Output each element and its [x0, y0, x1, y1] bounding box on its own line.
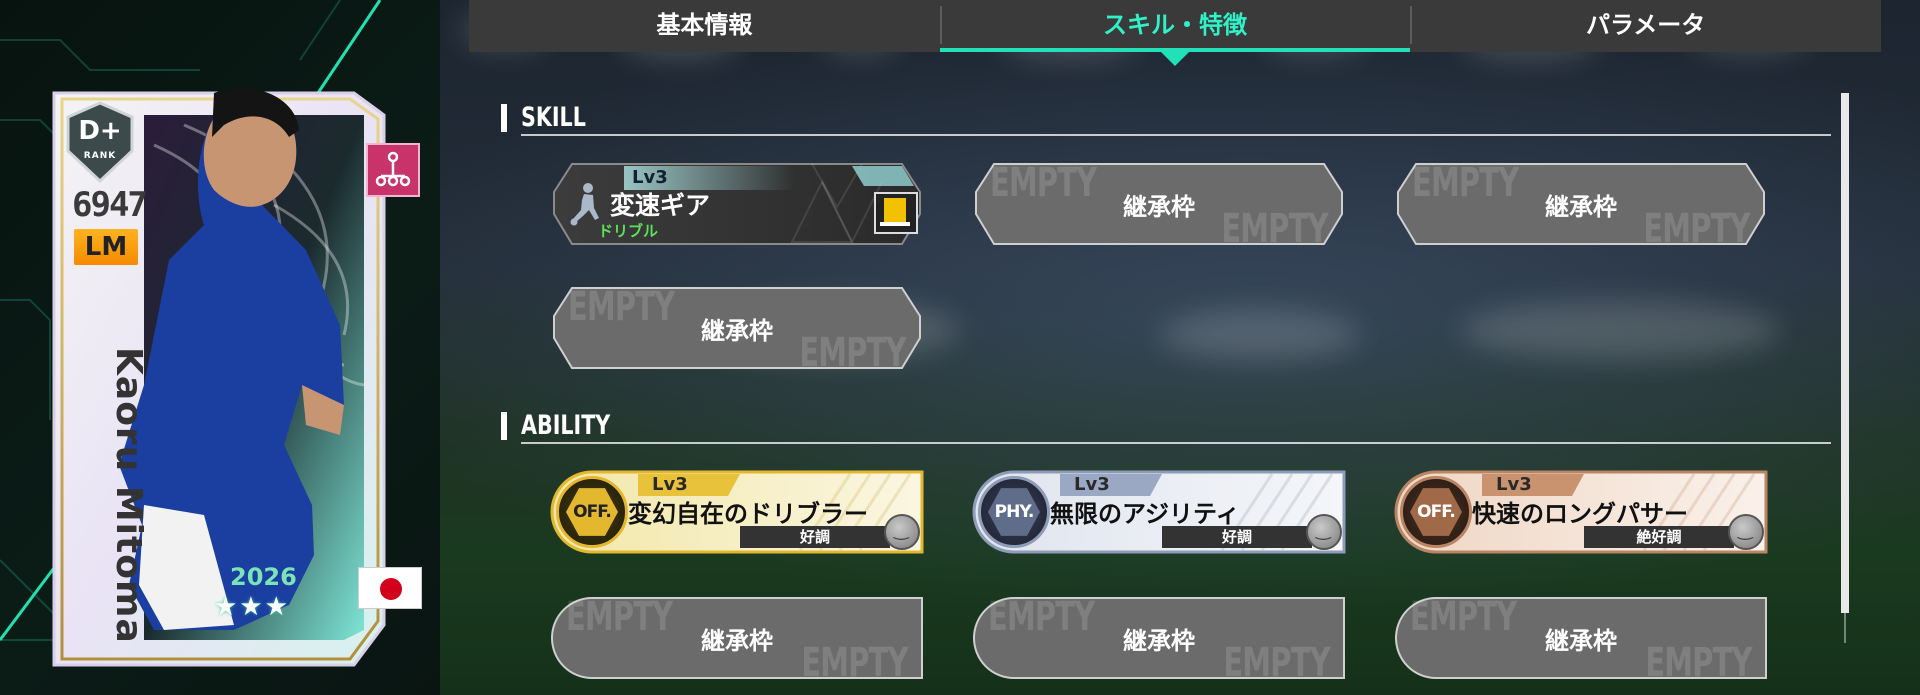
rarity-stars: ★★★ — [214, 592, 290, 622]
ability-slot-empty[interactable]: EMPTY EMPTY 継承枠 — [972, 594, 1346, 686]
ability-condition: 好調 — [740, 526, 890, 548]
inherit-slot-label: 継承枠 — [1545, 626, 1617, 655]
formation-icon — [366, 143, 420, 197]
rank-grade: D+ — [78, 116, 122, 146]
card-panel: D+ RANK 6947 LM Kaoru Mitoma SPECIAL STA… — [0, 0, 440, 695]
goal-icon — [874, 192, 918, 234]
overall-rating: 6947 — [72, 185, 148, 225]
ability-slot[interactable]: PHY. Lv3 無限のアジリティ 好調 — [972, 470, 1346, 554]
skill-name: 変速ギア — [610, 191, 711, 220]
tab-bar: 基本情報 スキル・特徴 パラメータ — [469, 0, 1881, 66]
tab-caret-icon — [1161, 52, 1189, 66]
offense-emblem-icon: OFF. — [556, 476, 628, 548]
player-name: Kaoru Mitoma — [108, 347, 149, 644]
ability-name: 快速のロングパサー — [1472, 500, 1688, 528]
tab-label: スキル・特徴 — [1103, 11, 1247, 39]
ability-slot-empty[interactable]: EMPTY EMPTY 継承枠 — [550, 594, 924, 686]
inherit-slot-label: 継承枠 — [701, 626, 773, 655]
ability-name: 変幻自在のドリブラー — [628, 500, 868, 528]
condition-face-icon — [1306, 514, 1342, 550]
offense-emblem-icon: OFF. — [1400, 476, 1472, 548]
player-card[interactable]: D+ RANK 6947 LM Kaoru Mitoma SPECIAL STA… — [44, 85, 440, 670]
skill-category: ドリブル — [598, 222, 659, 240]
skill-slot-empty[interactable]: EMPTY EMPTY 継承枠 — [552, 284, 922, 376]
tab-basic-info[interactable]: 基本情報 — [469, 0, 940, 52]
section-marker — [501, 104, 507, 132]
empty-slot-content: EMPTY EMPTY 継承枠 — [550, 594, 924, 686]
season-year: 2026 — [230, 563, 297, 591]
tab-label: パラメータ — [1586, 11, 1706, 39]
empty-slot-content: EMPTY EMPTY 継承枠 — [972, 594, 1346, 686]
inherit-slot-label: 継承枠 — [1123, 626, 1195, 655]
scrollbar-track-end — [1844, 613, 1846, 643]
dribble-player-icon — [570, 183, 599, 226]
ability-slot[interactable]: OFF. Lv3 変幻自在のドリブラー 好調 — [550, 470, 924, 554]
inherit-slot-label: 継承枠 — [701, 316, 773, 345]
ability-condition: 絶好調 — [1584, 526, 1734, 548]
ability-name: 無限のアジリティ — [1050, 500, 1240, 528]
scrollbar-thumb[interactable] — [1841, 93, 1849, 613]
ability-slot-empty[interactable]: EMPTY EMPTY 継承枠 — [1394, 594, 1768, 686]
empty-slot-content: EMPTY EMPTY 継承枠 — [1394, 594, 1768, 686]
inherit-slot-label: 継承枠 — [1123, 192, 1195, 221]
section-divider — [521, 442, 1831, 444]
ability-slot[interactable]: OFF. Lv3 快速のロングパサー 絶好調 — [1394, 470, 1768, 554]
ability-section-header: ABILITY — [501, 408, 1831, 444]
ability-condition: 好調 — [1162, 526, 1312, 548]
condition-face-icon — [884, 514, 920, 550]
tab-label: 基本情報 — [656, 11, 753, 39]
condition-face-icon — [1728, 514, 1764, 550]
inherit-slot-label: 継承枠 — [1545, 192, 1617, 221]
section-title: SKILL — [521, 102, 586, 133]
section-title: ABILITY — [521, 410, 611, 441]
section-divider — [521, 134, 1831, 136]
skill-slot-empty[interactable]: EMPTY EMPTY 継承枠 — [1396, 160, 1766, 252]
scrollbar[interactable] — [1841, 93, 1849, 613]
tab-parameters[interactable]: パラメータ — [1410, 0, 1881, 52]
position-badge: LM — [74, 229, 138, 265]
tab-skills-traits[interactable]: スキル・特徴 — [939, 0, 1411, 66]
section-marker — [501, 412, 507, 440]
skill-slot[interactable]: Lv3 変速ギア ドリブル — [552, 162, 922, 246]
rank-label: RANK — [83, 151, 117, 161]
physical-emblem-icon: PHY. — [978, 476, 1050, 548]
skill-section-header: SKILL — [501, 100, 1831, 136]
japan-flag-icon — [358, 567, 422, 609]
skill-slot-empty[interactable]: EMPTY EMPTY 継承枠 — [974, 160, 1344, 252]
